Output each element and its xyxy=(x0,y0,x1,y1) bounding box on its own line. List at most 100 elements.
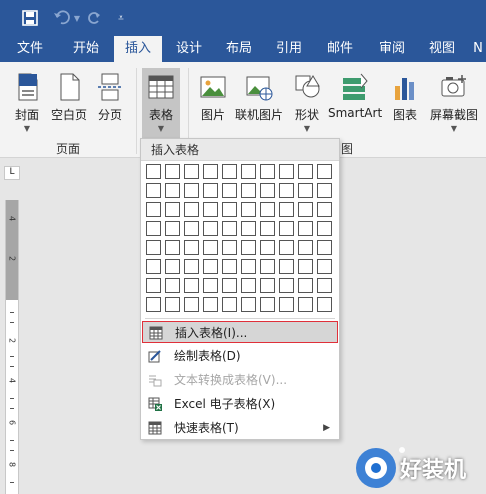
table-grid-cell[interactable] xyxy=(279,297,294,312)
table-grid-cell[interactable] xyxy=(184,164,199,179)
blank-page-button[interactable]: 空白页 xyxy=(48,68,90,134)
table-grid-cell[interactable] xyxy=(317,240,332,255)
table-grid-cell[interactable] xyxy=(165,278,180,293)
table-grid-cell[interactable] xyxy=(146,240,161,255)
table-grid-cell[interactable] xyxy=(146,202,161,217)
table-grid-cell[interactable] xyxy=(279,164,294,179)
tab-mailings[interactable]: 邮件 xyxy=(316,36,364,62)
table-grid-cell[interactable] xyxy=(203,183,218,198)
table-grid-cell[interactable] xyxy=(222,278,237,293)
table-grid-cell[interactable] xyxy=(203,240,218,255)
table-grid-cell[interactable] xyxy=(279,221,294,236)
customize-dropdown-icon[interactable]: ⩡ xyxy=(114,8,128,28)
tab-design[interactable]: 设计 xyxy=(166,36,212,62)
table-grid-cell[interactable] xyxy=(317,221,332,236)
cover-page-button[interactable]: 封面 ▼ xyxy=(8,68,46,134)
table-grid-cell[interactable] xyxy=(317,183,332,198)
table-grid-cell[interactable] xyxy=(279,183,294,198)
vertical-ruler[interactable]: 4 2 2 4 6 8 xyxy=(5,200,19,494)
table-grid-cell[interactable] xyxy=(241,164,256,179)
table-grid-cell[interactable] xyxy=(279,259,294,274)
table-grid-cell[interactable] xyxy=(241,278,256,293)
table-grid-cell[interactable] xyxy=(298,221,313,236)
table-grid-cell[interactable] xyxy=(222,202,237,217)
chart-button[interactable]: 图表 xyxy=(386,68,424,134)
table-grid-cell[interactable] xyxy=(298,183,313,198)
table-grid-cell[interactable] xyxy=(222,183,237,198)
table-grid-cell[interactable] xyxy=(260,297,275,312)
page-break-button[interactable]: 分页 xyxy=(92,68,128,134)
menu-item-draw-table[interactable]: 绘制表格(D) xyxy=(142,345,338,367)
table-grid-cell[interactable] xyxy=(184,202,199,217)
table-grid-cell[interactable] xyxy=(146,164,161,179)
undo-icon[interactable] xyxy=(50,8,74,28)
shapes-button[interactable]: 形状 ▼ xyxy=(288,68,326,134)
table-grid-cell[interactable] xyxy=(165,183,180,198)
menu-item-insert-table[interactable]: 插入表格(I)... xyxy=(142,321,338,343)
table-grid-cell[interactable] xyxy=(298,259,313,274)
table-grid-cell[interactable] xyxy=(279,278,294,293)
table-grid-cell[interactable] xyxy=(222,164,237,179)
tab-review[interactable]: 审阅 xyxy=(368,36,416,62)
table-grid-cell[interactable] xyxy=(222,259,237,274)
table-grid-cell[interactable] xyxy=(146,278,161,293)
table-grid-cell[interactable] xyxy=(184,240,199,255)
table-grid-cell[interactable] xyxy=(241,202,256,217)
smartart-button[interactable]: SmartArt xyxy=(328,68,382,134)
table-grid-cell[interactable] xyxy=(222,297,237,312)
table-grid-cell[interactable] xyxy=(184,183,199,198)
table-grid-cell[interactable] xyxy=(203,259,218,274)
tab-view[interactable]: 视图 xyxy=(418,36,466,62)
table-grid-cell[interactable] xyxy=(203,297,218,312)
table-grid-cell[interactable] xyxy=(165,240,180,255)
table-grid-cell[interactable] xyxy=(222,240,237,255)
table-grid-cell[interactable] xyxy=(279,202,294,217)
table-grid-cell[interactable] xyxy=(260,183,275,198)
table-grid-cell[interactable] xyxy=(317,259,332,274)
table-grid-cell[interactable] xyxy=(260,259,275,274)
table-grid-cell[interactable] xyxy=(317,164,332,179)
table-grid-cell[interactable] xyxy=(184,259,199,274)
menu-item-excel-spreadsheet[interactable]: Excel 电子表格(X) xyxy=(142,393,338,415)
table-grid-cell[interactable] xyxy=(203,278,218,293)
table-grid-cell[interactable] xyxy=(298,278,313,293)
table-button[interactable]: 表格 ▼ xyxy=(142,68,180,140)
table-grid-cell[interactable] xyxy=(146,221,161,236)
table-grid-cell[interactable] xyxy=(298,164,313,179)
table-grid-cell[interactable] xyxy=(260,164,275,179)
tab-file[interactable]: 文件 xyxy=(8,36,52,62)
table-grid-cell[interactable] xyxy=(184,221,199,236)
save-icon[interactable] xyxy=(20,8,40,28)
table-grid-cell[interactable] xyxy=(146,183,161,198)
tab-more[interactable]: N xyxy=(470,36,486,62)
table-grid-cell[interactable] xyxy=(203,164,218,179)
tab-home[interactable]: 开始 xyxy=(62,36,110,62)
table-grid-cell[interactable] xyxy=(146,297,161,312)
table-grid-cell[interactable] xyxy=(165,202,180,217)
table-grid-cell[interactable] xyxy=(203,202,218,217)
table-grid-cell[interactable] xyxy=(317,297,332,312)
undo-dropdown-icon[interactable]: ▼ xyxy=(72,8,82,28)
table-grid-cell[interactable] xyxy=(241,259,256,274)
table-grid-cell[interactable] xyxy=(241,183,256,198)
table-grid-cell[interactable] xyxy=(260,221,275,236)
table-grid-cell[interactable] xyxy=(298,240,313,255)
tab-insert[interactable]: 插入 xyxy=(114,36,162,62)
table-grid-cell[interactable] xyxy=(260,202,275,217)
table-grid-cell[interactable] xyxy=(184,278,199,293)
table-size-grid[interactable] xyxy=(146,164,336,314)
table-grid-cell[interactable] xyxy=(165,259,180,274)
table-grid-cell[interactable] xyxy=(241,221,256,236)
table-grid-cell[interactable] xyxy=(146,259,161,274)
table-grid-cell[interactable] xyxy=(165,164,180,179)
screenshot-button[interactable]: 屏幕截图 ▼ xyxy=(426,68,482,134)
table-grid-cell[interactable] xyxy=(222,221,237,236)
tab-selector[interactable]: L xyxy=(4,166,20,180)
redo-icon[interactable] xyxy=(84,8,104,28)
table-grid-cell[interactable] xyxy=(203,221,218,236)
tab-references[interactable]: 引用 xyxy=(266,36,312,62)
table-grid-cell[interactable] xyxy=(298,202,313,217)
table-grid-cell[interactable] xyxy=(165,297,180,312)
tab-layout[interactable]: 布局 xyxy=(216,36,262,62)
table-grid-cell[interactable] xyxy=(317,278,332,293)
